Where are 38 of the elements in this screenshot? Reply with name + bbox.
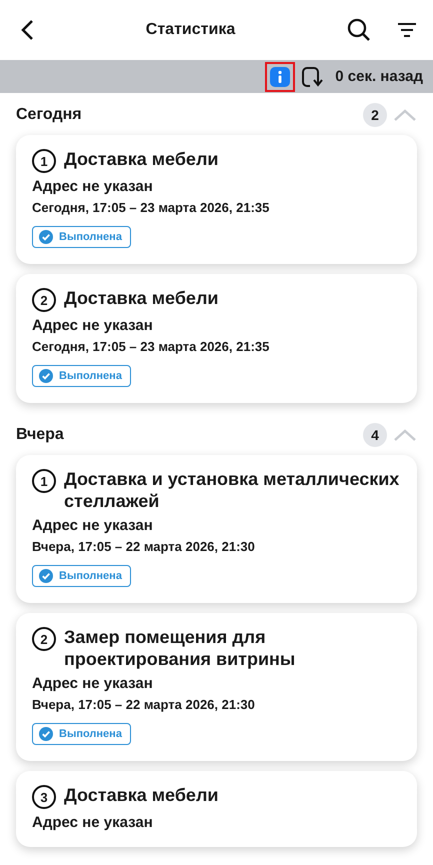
info-button[interactable] (265, 62, 296, 92)
refresh-icon[interactable] (301, 66, 326, 88)
order-title: Доставка мебели (64, 784, 218, 806)
order-address: Адрес не указан (32, 675, 154, 692)
order-address: Адрес не указан (32, 814, 154, 831)
status-badge: Выполнена (32, 565, 131, 587)
order-title: Доставка мебели (64, 148, 218, 170)
order-period: Сегодня, 17:05 – 23 марта 2026, 21:35 (32, 200, 270, 215)
screen-title: Статистика (146, 21, 236, 39)
order-number: 2 (32, 627, 56, 651)
order-address: Адрес не указан (32, 178, 154, 195)
order-title: Замер помещения для проектирования витрины (64, 626, 296, 670)
chevron-icon (393, 108, 417, 122)
order-card[interactable]: 1 Доставка и установка металлических стеллажей Адрес не указан Вчера, 17:05 – 22 марта 2026, 21:30 Выполнена (16, 455, 417, 603)
order-number: 1 (32, 469, 56, 493)
order-card[interactable]: 1 Доставка мебели Адрес не указан Сегодня, 17:05 – 23 марта 2026, 21:35 Выполнена (16, 135, 417, 264)
status-badge: Выполнена (32, 723, 131, 745)
order-period: Вчера, 17:05 – 22 марта 2026, 21:30 (32, 697, 256, 712)
order-address: Адрес не указан (32, 517, 154, 534)
order-card[interactable]: 3 Доставка мебели Адрес не указан (16, 771, 417, 847)
order-card[interactable]: 2 Доставка мебели Адрес не указан Сегодня, 17:05 – 23 марта 2026, 21:35 Выполнена (16, 274, 417, 403)
order-number: 1 (32, 149, 56, 173)
order-number: 3 (32, 785, 56, 809)
order-period: Вчера, 17:05 – 22 марта 2026, 21:30 (32, 539, 256, 554)
order-number: 2 (32, 288, 56, 312)
order-card[interactable]: 2 Замер помещения для проектирования витрины Адрес не указан Вчера, 17:05 – 22 марта 2026, 21:30 Выполнена (16, 613, 417, 761)
chevron-icon (393, 428, 417, 442)
order-period: Сегодня, 17:05 – 23 марта 2026, 21:35 (32, 339, 270, 354)
count-badge: 4 (363, 423, 387, 447)
order-address: Адрес не указан (32, 317, 154, 334)
order-title: Доставка мебели (64, 287, 218, 309)
order-title: Доставка и установка металлических стеллажей (64, 468, 400, 512)
status-badge: Выполнена (32, 365, 131, 387)
status-badge: Выполнена (32, 226, 131, 248)
section-title: Вчера (16, 426, 65, 444)
count-badge: 2 (363, 103, 387, 127)
last-updated: 0 сек. назад (335, 68, 423, 85)
section-title: Сегодня (16, 106, 83, 124)
